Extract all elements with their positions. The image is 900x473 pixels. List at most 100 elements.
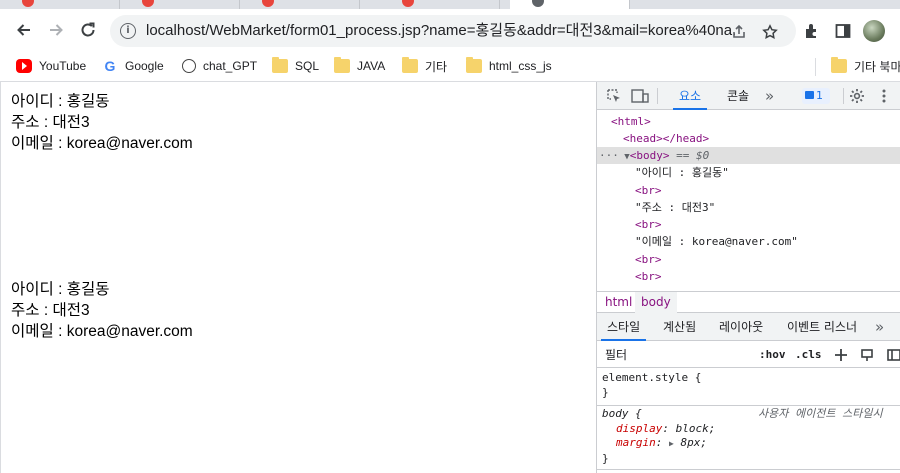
back-button[interactable] bbox=[13, 19, 35, 41]
more-style-tabs-button[interactable]: » bbox=[875, 313, 884, 341]
chatgpt-icon bbox=[182, 59, 196, 73]
body-ua-rule[interactable]: body { 사용자 에이전트 스타일시 display: block; mar… bbox=[597, 407, 900, 466]
tab-styles[interactable]: 스타일 bbox=[600, 313, 647, 341]
bookmark-google[interactable]: G Google bbox=[102, 56, 164, 76]
breadcrumb-body[interactable]: body bbox=[635, 292, 677, 313]
browser-tab[interactable] bbox=[0, 0, 120, 9]
issues-badge[interactable]: 1 bbox=[802, 88, 830, 104]
folder-icon bbox=[402, 57, 418, 73]
bookmark-youtube[interactable]: YouTube bbox=[16, 56, 86, 76]
dom-text-node[interactable]: "아이디 : 홍길동" bbox=[635, 164, 729, 181]
breadcrumb-html[interactable]: html bbox=[599, 292, 638, 313]
tab-favicon bbox=[532, 0, 544, 7]
page-viewport: 아이디 : 홍길동 주소 : 대전3 이메일 : korea@naver.com… bbox=[0, 82, 596, 473]
google-icon: G bbox=[104, 58, 116, 74]
tab-favicon bbox=[402, 0, 414, 7]
site-info-icon[interactable]: i bbox=[120, 23, 136, 39]
address-bar[interactable]: i localhost/WebMarket/form01_process.jsp… bbox=[110, 15, 796, 47]
bookmark-label: Google bbox=[125, 59, 164, 73]
dom-tree: <html> <head></head> ··· ▼<body> == $0 "… bbox=[597, 111, 900, 291]
css-property: display bbox=[616, 421, 663, 435]
device-toolbar-icon[interactable] bbox=[631, 87, 649, 105]
tab-layout[interactable]: 레이아웃 bbox=[719, 313, 763, 341]
inspect-element-icon[interactable] bbox=[605, 87, 623, 105]
output-block: 아이디 : 홍길동 주소 : 대전3 이메일 : korea@naver.com bbox=[11, 91, 193, 154]
extensions-icon[interactable] bbox=[802, 21, 822, 41]
folder-icon bbox=[334, 57, 350, 73]
browser-tab-active[interactable] bbox=[510, 0, 630, 9]
dom-breadcrumb: html body bbox=[597, 291, 900, 313]
toggle-sidebar-icon[interactable] bbox=[886, 347, 900, 363]
address-url[interactable]: localhost/WebMarket/form01_process.jsp?n… bbox=[146, 21, 736, 41]
rule-close-brace: } bbox=[602, 385, 609, 399]
rule-selector: element.style { bbox=[602, 371, 702, 384]
more-options-icon[interactable] bbox=[875, 87, 893, 105]
tab-computed[interactable]: 계산됨 bbox=[663, 313, 696, 341]
tab-favicon bbox=[142, 0, 154, 7]
class-toggle-button[interactable]: .cls bbox=[795, 347, 822, 363]
bookmark-label: chat_GPT bbox=[203, 59, 258, 73]
styles-rules: element.style { } body { 사용자 에이전트 스타일시 d… bbox=[597, 369, 900, 473]
share-icon[interactable] bbox=[730, 23, 748, 41]
output-email: 이메일 : korea@naver.com bbox=[11, 323, 193, 340]
hover-state-button[interactable]: :hov bbox=[759, 347, 786, 363]
output-address: 주소 : 대전3 bbox=[11, 114, 90, 131]
folder-icon bbox=[272, 57, 288, 73]
element-state-icon[interactable] bbox=[859, 347, 875, 363]
profile-avatar[interactable] bbox=[863, 20, 885, 42]
dom-node-br[interactable]: <br> bbox=[635, 268, 662, 285]
bookmark-folder-sql[interactable]: SQL bbox=[272, 56, 319, 76]
arrow-left-icon bbox=[17, 24, 30, 36]
dom-node-head[interactable]: <head></head> bbox=[623, 130, 709, 147]
rule-declaration[interactable]: margin: ▶ 8px; bbox=[602, 436, 900, 452]
rule-close-brace: } bbox=[602, 451, 609, 465]
dom-text-node[interactable]: "주소 : 대전3" bbox=[635, 199, 715, 216]
dom-tag: <head></head> bbox=[623, 132, 710, 145]
browser-toolbar: i localhost/WebMarket/form01_process.jsp… bbox=[0, 9, 900, 51]
reload-button[interactable] bbox=[77, 19, 99, 41]
settings-gear-icon[interactable] bbox=[848, 87, 866, 105]
bookmark-folder-etc[interactable]: 기타 bbox=[402, 56, 447, 76]
more-tabs-button[interactable]: » bbox=[765, 82, 774, 110]
bookmark-label: 기타 북마 bbox=[854, 59, 900, 74]
dom-more-dots: ··· bbox=[599, 149, 619, 162]
side-panel-icon[interactable] bbox=[833, 21, 853, 41]
bookmark-folder-other[interactable]: 기타 북마 bbox=[831, 56, 900, 76]
folder-icon bbox=[466, 57, 482, 73]
styles-pane-tabs: 스타일 계산됨 레이아웃 이벤트 리스너 » bbox=[597, 313, 900, 341]
css-property: margin bbox=[616, 436, 656, 449]
dom-node-br[interactable]: <br> bbox=[635, 182, 662, 199]
bookmark-star-icon[interactable] bbox=[761, 23, 779, 41]
arrow-right-icon bbox=[50, 24, 63, 36]
browser-tab[interactable] bbox=[380, 0, 500, 9]
rule-selector: body { bbox=[602, 407, 642, 420]
bookmark-label: SQL bbox=[295, 59, 320, 73]
reload-icon bbox=[81, 22, 95, 37]
dom-node-html[interactable]: <html> bbox=[611, 113, 651, 130]
dom-tag: <html> bbox=[611, 115, 651, 128]
tab-event-listeners[interactable]: 이벤트 리스너 bbox=[787, 313, 857, 341]
tab-strip bbox=[0, 0, 900, 9]
browser-tab[interactable] bbox=[240, 0, 360, 9]
dom-node-br[interactable]: <br> bbox=[635, 216, 662, 233]
bookmarks-bar: YouTube G Google chat_GPT SQL JAVA 기타 ht… bbox=[0, 51, 900, 82]
add-rule-icon[interactable] bbox=[833, 347, 849, 363]
rule-divider bbox=[597, 405, 900, 406]
bookmark-folder-java[interactable]: JAVA bbox=[334, 56, 385, 76]
tab-elements[interactable]: 요소 bbox=[672, 82, 708, 110]
dom-node-br[interactable]: <br> bbox=[635, 251, 662, 268]
tab-console[interactable]: 콘솔 bbox=[727, 82, 749, 110]
element-style-rule[interactable]: element.style { } bbox=[597, 371, 900, 400]
bookmark-label: JAVA bbox=[357, 59, 386, 73]
toolbar-divider bbox=[843, 88, 844, 104]
tab-favicon bbox=[262, 0, 274, 7]
dom-tag: <body> bbox=[629, 149, 670, 162]
styles-filter-input[interactable] bbox=[601, 345, 749, 364]
output-id: 아이디 : 홍길동 bbox=[11, 93, 110, 110]
bookmark-chat-gpt[interactable]: chat_GPT bbox=[182, 56, 257, 76]
forward-button[interactable] bbox=[45, 19, 67, 41]
browser-tab[interactable] bbox=[120, 0, 240, 9]
rule-declaration[interactable]: display: block; bbox=[602, 422, 900, 437]
bookmark-folder-html-css-js[interactable]: html_css_js bbox=[466, 56, 552, 76]
dom-text-node[interactable]: "이메일 : korea@naver.com" bbox=[635, 233, 798, 250]
